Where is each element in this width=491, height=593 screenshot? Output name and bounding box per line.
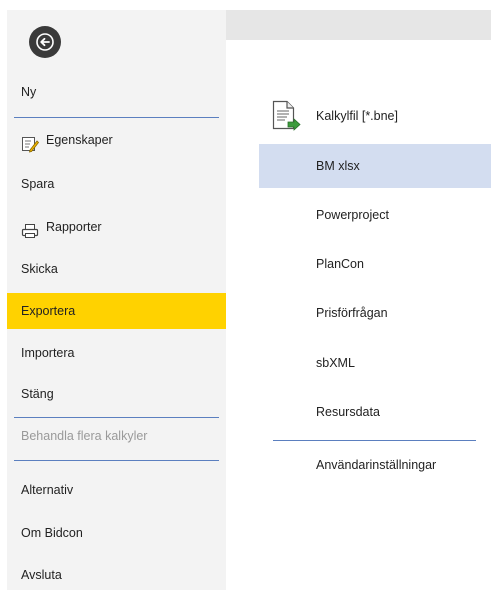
export-option-label: Prisförfrågan [316, 306, 388, 320]
back-button[interactable] [29, 26, 61, 58]
menu-item-stang[interactable]: Stäng [7, 376, 226, 412]
menu-separator [14, 460, 219, 461]
export-option-label: Resursdata [316, 405, 380, 419]
menu-item-label: Alternativ [21, 483, 74, 497]
export-option-label: Användarinställningar [316, 458, 437, 472]
export-option-anvandarinstallningar[interactable]: Användarinställningar [259, 443, 491, 487]
menu-item-avsluta[interactable]: Avsluta [7, 557, 226, 593]
menu-item-label: Importera [21, 346, 75, 360]
menu-item-importera[interactable]: Importera [7, 335, 226, 371]
menu-item-alternativ[interactable]: Alternativ [7, 472, 226, 508]
arrow-left-icon [36, 33, 54, 51]
printer-icon [21, 218, 39, 238]
menu-item-label: Rapporter [46, 220, 102, 234]
properties-icon [21, 131, 40, 153]
menu-separator [14, 117, 219, 118]
export-option-bm-xlsx[interactable]: BM xlsx [259, 144, 491, 188]
menu-item-rapporter[interactable]: Rapporter [7, 209, 226, 245]
window-top-edge [0, 0, 491, 10]
menu-item-om-bidcon[interactable]: Om Bidcon [7, 515, 226, 551]
menu-item-label: Exportera [21, 304, 76, 318]
export-options-separator [273, 440, 476, 441]
menu-item-label: Egenskaper [46, 133, 113, 147]
menu-item-skicka[interactable]: Skicka [7, 251, 226, 287]
export-option-kalkylfil[interactable]: Kalkylfil [*.bne] [259, 94, 491, 138]
menu-item-exportera[interactable]: Exportera [7, 293, 226, 329]
menu-item-egenskaper[interactable]: Egenskaper [7, 122, 226, 158]
export-option-label: sbXML [316, 356, 355, 370]
export-option-label: Powerproject [316, 208, 389, 222]
menu-item-label: Behandla flera kalkyler [21, 429, 148, 443]
menu-item-ny[interactable]: Ny [7, 74, 226, 110]
menu-item-label: Avsluta [21, 568, 62, 582]
menu-item-label: Spara [21, 177, 55, 191]
export-option-label: PlanCon [316, 257, 364, 271]
export-option-resursdata[interactable]: Resursdata [259, 390, 491, 434]
menu-item-behandla-flera-kalkyler: Behandla flera kalkyler [7, 418, 226, 454]
menu-item-label: Om Bidcon [21, 526, 83, 540]
content-header-strip [226, 10, 491, 40]
file-menu-sidebar: Ny Egenskaper Spara Rapporter Skicka Exp… [7, 10, 226, 590]
export-option-plancon[interactable]: PlanCon [259, 242, 491, 286]
export-option-sbxml[interactable]: sbXML [259, 341, 491, 385]
menu-item-label: Ny [21, 85, 37, 99]
menu-item-label: Stäng [21, 387, 54, 401]
export-option-powerproject[interactable]: Powerproject [259, 193, 491, 237]
export-option-label: BM xlsx [316, 159, 360, 173]
menu-item-label: Skicka [21, 262, 58, 276]
export-option-label: Kalkylfil [*.bne] [316, 109, 398, 123]
menu-item-spara[interactable]: Spara [7, 166, 226, 202]
export-option-prisforfragan[interactable]: Prisförfrågan [259, 291, 491, 335]
